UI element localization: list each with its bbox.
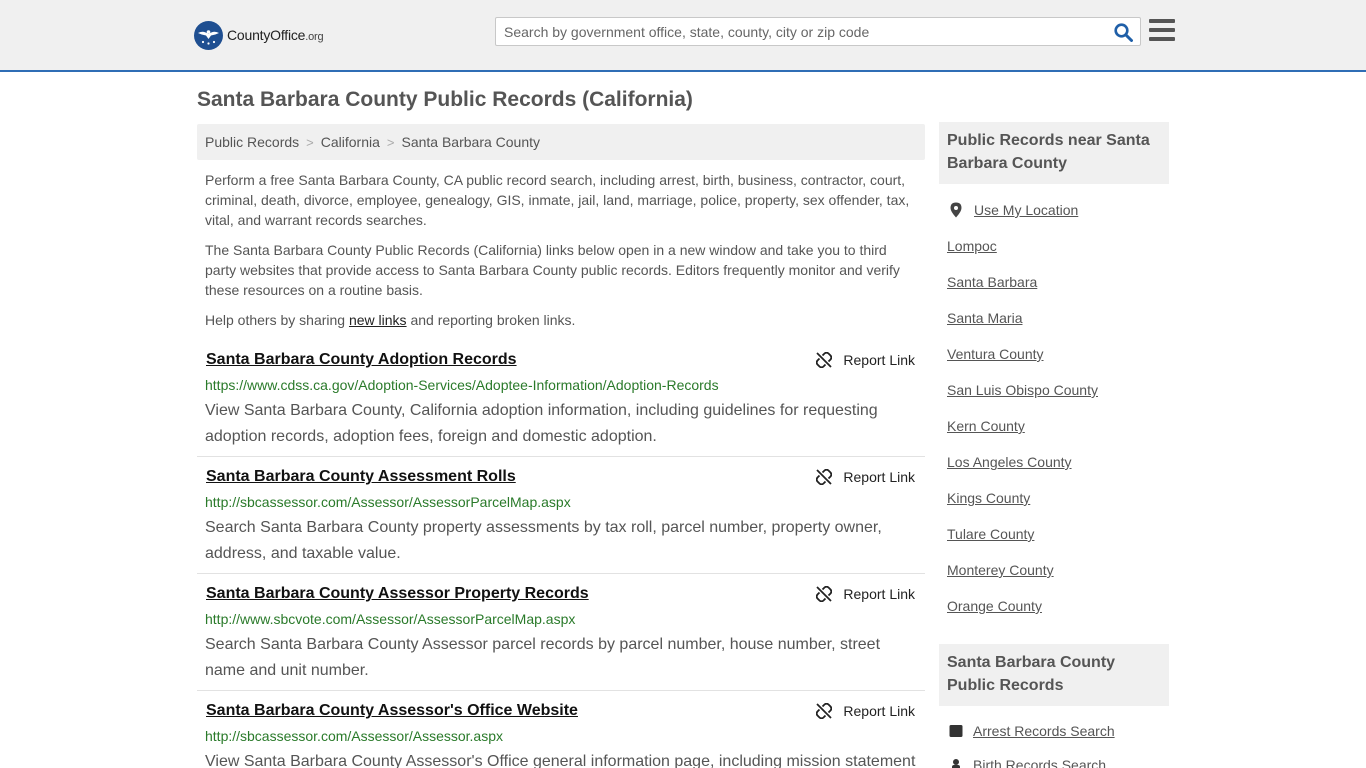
record-item: Santa Barbara County Assessor's Office W…: [197, 702, 925, 768]
broken-link-icon: [816, 469, 833, 485]
record-url[interactable]: http://sbcassessor.com/Assessor/Assessor…: [205, 494, 571, 510]
nearby-link[interactable]: Santa Maria: [947, 310, 1022, 326]
record-url[interactable]: http://www.sbcvote.com/Assessor/Assessor…: [205, 611, 575, 627]
new-links-link[interactable]: new links: [349, 312, 407, 328]
intro-paragraph: Perform a free Santa Barbara County, CA …: [205, 172, 910, 228]
breadcrumb-separator-icon: >: [306, 134, 314, 150]
report-link-button[interactable]: Report Link: [816, 586, 915, 602]
broken-link-icon: [816, 352, 833, 368]
arrest-records-link[interactable]: Arrest Records Search: [947, 723, 1115, 739]
share-links-paragraph: Help others by sharing new links and rep…: [205, 312, 576, 328]
nearby-link[interactable]: Orange County: [947, 598, 1042, 614]
page-title: Santa Barbara County Public Records (Cal…: [197, 88, 693, 111]
nearby-link[interactable]: Santa Barbara: [947, 274, 1037, 290]
search-input[interactable]: [496, 18, 1106, 45]
record-item: Santa Barbara County Adoption Records Re…: [197, 351, 925, 457]
breadcrumb-current: Santa Barbara County: [401, 134, 541, 150]
hamburger-menu-icon[interactable]: [1149, 19, 1175, 43]
nearby-records-heading: Public Records near Santa Barbara County: [939, 122, 1169, 184]
breadcrumb-separator-icon: >: [386, 134, 395, 150]
use-my-location-link[interactable]: Use My Location: [947, 202, 1078, 218]
broken-link-icon: [816, 586, 833, 602]
baby-icon: [952, 759, 960, 768]
record-title-link[interactable]: Santa Barbara County Assessment Rolls: [206, 468, 516, 486]
record-item: Santa Barbara County Assessor Property R…: [197, 585, 925, 691]
nearby-link[interactable]: Lompoc: [947, 238, 997, 254]
breadcrumb-public-records[interactable]: Public Records: [205, 134, 299, 150]
search-icon: [1113, 22, 1133, 42]
nearby-link[interactable]: San Luis Obispo County: [947, 382, 1098, 398]
breadcrumb: Public Records > California > Santa Barb…: [197, 124, 925, 160]
record-description: View Santa Barbara County Assessor's Off…: [205, 753, 916, 768]
broken-link-icon: [816, 703, 833, 719]
record-description: Search Santa Barbara County Assessor par…: [205, 636, 881, 679]
birth-records-link[interactable]: Birth Records Search: [947, 757, 1106, 768]
record-title-link[interactable]: Santa Barbara County Assessor Property R…: [206, 585, 589, 603]
logo-wordmark: CountyOffice.org: [227, 27, 324, 43]
handcuffs-icon: [949, 725, 963, 737]
nearby-link[interactable]: Kings County: [947, 490, 1030, 506]
report-link-button[interactable]: Report Link: [816, 352, 915, 368]
search-box: [495, 17, 1141, 46]
county-records-heading: Santa Barbara County Public Records: [939, 644, 1169, 706]
eagle-logo-icon: [194, 20, 223, 50]
search-button[interactable]: [1112, 21, 1134, 43]
nearby-link[interactable]: Tulare County: [947, 526, 1034, 542]
record-title-link[interactable]: Santa Barbara County Assessor's Office W…: [206, 702, 578, 720]
report-link-button[interactable]: Report Link: [816, 703, 915, 719]
nearby-link[interactable]: Ventura County: [947, 346, 1044, 362]
record-title-link[interactable]: Santa Barbara County Adoption Records: [206, 351, 517, 369]
top-header: CountyOffice.org: [0, 0, 1366, 72]
record-item: Santa Barbara County Assessment Rolls Re…: [197, 468, 925, 574]
map-pin-icon: [950, 202, 962, 218]
report-link-button[interactable]: Report Link: [816, 469, 915, 485]
site-logo[interactable]: CountyOffice.org: [194, 20, 324, 50]
nearby-link[interactable]: Kern County: [947, 418, 1025, 434]
nearby-link[interactable]: Monterey County: [947, 562, 1054, 578]
nearby-link[interactable]: Los Angeles County: [947, 454, 1072, 470]
record-url[interactable]: https://www.cdss.ca.gov/Adoption-Service…: [205, 377, 719, 393]
record-description: View Santa Barbara County, California ad…: [205, 402, 878, 445]
record-url[interactable]: http://sbcassessor.com/Assessor/Assessor…: [205, 728, 503, 744]
disclaimer-paragraph: The Santa Barbara County Public Records …: [205, 242, 900, 298]
breadcrumb-california[interactable]: California: [321, 134, 380, 150]
record-description: Search Santa Barbara County property ass…: [205, 519, 882, 562]
